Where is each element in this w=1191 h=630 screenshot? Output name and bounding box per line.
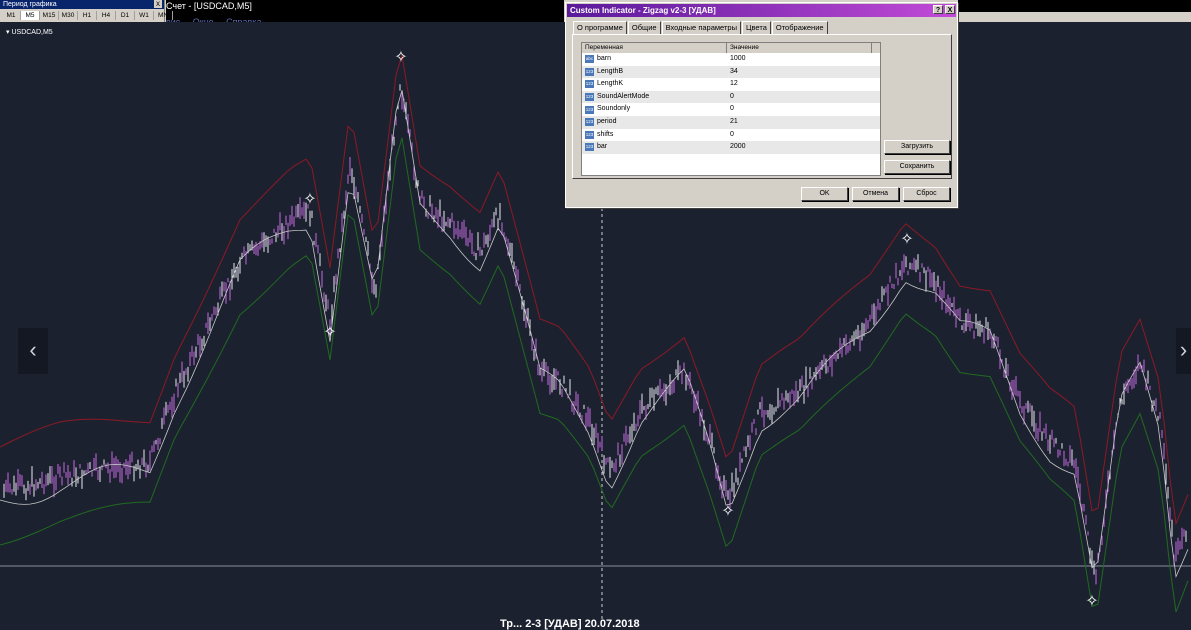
params-rows: abc barn 1000 123 LengthB 34 123 LengthK 12 12… (582, 53, 880, 154)
tab-colors[interactable]: Цвета (741, 21, 771, 34)
zigzag-star-icon: ✧ (323, 322, 336, 341)
param-value[interactable]: 1000 (727, 53, 746, 66)
close-icon[interactable]: x (154, 0, 162, 8)
chart-footer-text: Тр... 2-3 [УДАВ] 20.07.2018 (500, 618, 640, 630)
param-value[interactable]: 0 (727, 103, 734, 116)
column-value: Значение (727, 43, 872, 53)
period-button-h4[interactable]: H4 (97, 11, 116, 20)
param-row[interactable]: 123 LengthK 12 (582, 78, 880, 91)
period-toolbar: Период графика x M1 M5 M15 M30 H1 H4 D1 … (0, 0, 173, 22)
menu-bar: вис Окно Справка (166, 12, 564, 27)
column-variable: Переменная (582, 43, 727, 53)
param-name: SoundAlertMode (597, 92, 650, 100)
period-button-h1[interactable]: H1 (78, 11, 97, 20)
variable-type-icon: 123 (585, 143, 594, 152)
param-value[interactable]: 12 (727, 78, 738, 91)
dialog-title: Custom Indicator - Zigzag v2-3 [УДАВ] (567, 4, 956, 17)
title-bar-right (958, 0, 1191, 12)
variable-type-icon: 123 (585, 80, 594, 89)
param-name: LengthK (597, 80, 624, 88)
inputs-panel: Переменная Значение abc barn 1000 123 Lengt… (572, 34, 952, 179)
zigzag-star-icon: ✧ (1085, 591, 1098, 610)
param-name: barn (597, 55, 612, 62)
toolbar-right (958, 12, 1191, 22)
zigzag-star-icon: ✧ (303, 189, 316, 208)
variable-type-icon: 123 (585, 67, 594, 76)
period-button-m5[interactable]: M5 (21, 11, 40, 20)
variable-type-icon: 123 (585, 118, 594, 127)
prev-arrow-icon[interactable]: ‹ (18, 328, 48, 374)
zigzag-star-icon: ✧ (900, 229, 913, 248)
tab-common[interactable]: Общие (627, 21, 661, 34)
param-row[interactable]: 123 Soundonly 0 (582, 103, 880, 116)
lower-band-line (0, 137, 1189, 613)
tab-inputs[interactable]: Входные параметры (661, 21, 741, 35)
period-button-w1[interactable]: W1 (135, 11, 154, 20)
tab-about[interactable]: О программе (573, 21, 627, 34)
load-button[interactable]: Загрузить (884, 140, 950, 154)
param-name: period (597, 117, 617, 125)
params-header: Переменная Значение (582, 43, 880, 53)
help-icon[interactable]: ? (933, 5, 943, 14)
variable-type-icon: 123 (585, 130, 594, 139)
period-button-m15[interactable]: M15 (40, 11, 59, 20)
period-button-mn[interactable]: MN (154, 11, 173, 20)
period-button-m30[interactable]: M30 (59, 11, 78, 20)
window-title: Счет - [USDCAD,M5] (166, 1, 252, 11)
param-row[interactable]: 123 period 21 (582, 115, 880, 129)
save-button[interactable]: Сохранить (884, 160, 950, 174)
variable-type-icon: abc (585, 55, 594, 64)
param-row[interactable]: 123 shifts 0 (582, 129, 880, 142)
reset-button[interactable]: Сброс (903, 187, 950, 201)
param-name: Soundonly (597, 105, 631, 113)
period-toolbar-title: Период графика (0, 0, 164, 9)
period-button-m1[interactable]: M1 (2, 11, 21, 20)
param-name: bar (597, 143, 608, 151)
param-name: shifts (597, 130, 614, 138)
param-row[interactable]: 123 LengthB 34 (582, 65, 880, 79)
zigzag-star-icon: ✧ (394, 47, 407, 66)
tab-visualization[interactable]: Отображение (771, 21, 828, 34)
param-value[interactable]: 0 (727, 129, 734, 142)
cancel-button[interactable]: Отмена (852, 187, 899, 201)
param-value[interactable]: 34 (727, 66, 738, 79)
period-buttons: M1 M5 M15 M30 H1 H4 D1 W1 MN (2, 11, 173, 20)
param-row[interactable]: 123 bar 2000 (582, 141, 880, 154)
param-value[interactable]: 21 (727, 116, 738, 129)
dialog-tabs: О программе Общие Входные параметры Цвет… (573, 21, 829, 35)
close-icon[interactable]: X (945, 5, 955, 14)
param-row[interactable]: abc barn 1000 (582, 53, 880, 66)
params-table: Переменная Значение abc barn 1000 123 Lengt… (581, 42, 881, 176)
ok-button[interactable]: OK (801, 187, 848, 201)
param-name: LengthB (597, 67, 624, 75)
variable-type-icon: 123 (585, 93, 594, 102)
param-value[interactable]: 0 (727, 91, 734, 104)
zigzag-star-icon: ✧ (721, 501, 734, 520)
variable-type-icon: 123 (585, 105, 594, 114)
next-arrow-icon[interactable]: › (1176, 328, 1191, 374)
param-row[interactable]: 123 SoundAlertMode 0 (582, 90, 880, 104)
period-button-d1[interactable]: D1 (116, 11, 135, 20)
indicator-dialog: Custom Indicator - Zigzag v2-3 [УДАВ] ? … (565, 2, 958, 208)
param-value[interactable]: 2000 (727, 141, 746, 154)
